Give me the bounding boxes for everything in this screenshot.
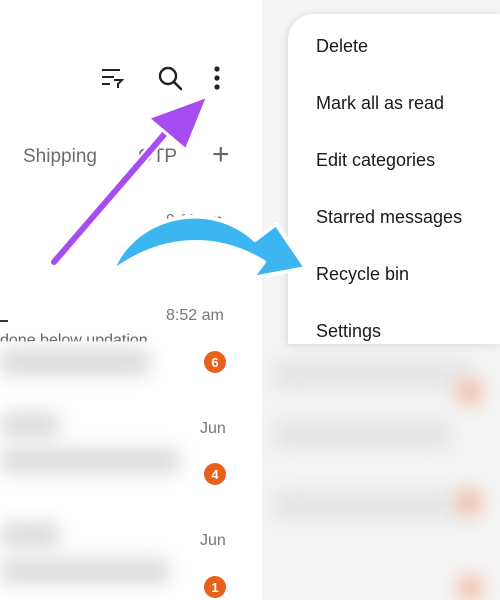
- menu-item-starred-messages[interactable]: Starred messages: [316, 207, 462, 228]
- conversation-time: 8:52 am: [166, 307, 224, 324]
- menu-item-recycle-bin[interactable]: Recycle bin: [316, 264, 409, 285]
- blurred-badge: [458, 576, 482, 600]
- blurred-text: [0, 412, 60, 438]
- blurred-text: [0, 558, 170, 584]
- unread-count-badge: 4: [204, 463, 226, 485]
- blurred-badge: [458, 490, 482, 514]
- menu-item-settings[interactable]: Settings: [316, 321, 381, 342]
- blurred-text: [272, 490, 472, 520]
- tab-shipping[interactable]: Shipping: [23, 146, 97, 168]
- messages-list-pane: Shipping OTP + 9:11 am 8:52 am done belo…: [0, 0, 262, 600]
- search-icon[interactable]: [156, 64, 184, 92]
- add-category-button[interactable]: +: [212, 140, 230, 170]
- sender-name-fragment: [0, 320, 8, 322]
- blurred-text: [0, 448, 180, 474]
- conversation-time: Jun: [200, 532, 226, 549]
- blurred-text: [272, 420, 452, 450]
- overflow-menu: Delete Mark all as read Edit categories …: [288, 14, 500, 344]
- blurred-text: [272, 360, 472, 390]
- unread-count-badge: 1: [204, 576, 226, 598]
- menu-item-mark-all-read[interactable]: Mark all as read: [316, 93, 444, 114]
- blurred-badge: [458, 380, 482, 404]
- menu-item-edit-categories[interactable]: Edit categories: [316, 150, 435, 171]
- conversation-time: Jun: [200, 420, 226, 437]
- sort-filter-icon[interactable]: [100, 66, 125, 90]
- blurred-text: [0, 522, 60, 548]
- menu-item-delete[interactable]: Delete: [316, 36, 368, 57]
- unread-count-badge: 6: [204, 351, 226, 373]
- more-options-icon[interactable]: [210, 64, 224, 94]
- blurred-text: [0, 348, 150, 376]
- conversation-time: 9:11 am: [166, 212, 223, 229]
- tab-otp[interactable]: OTP: [138, 146, 177, 168]
